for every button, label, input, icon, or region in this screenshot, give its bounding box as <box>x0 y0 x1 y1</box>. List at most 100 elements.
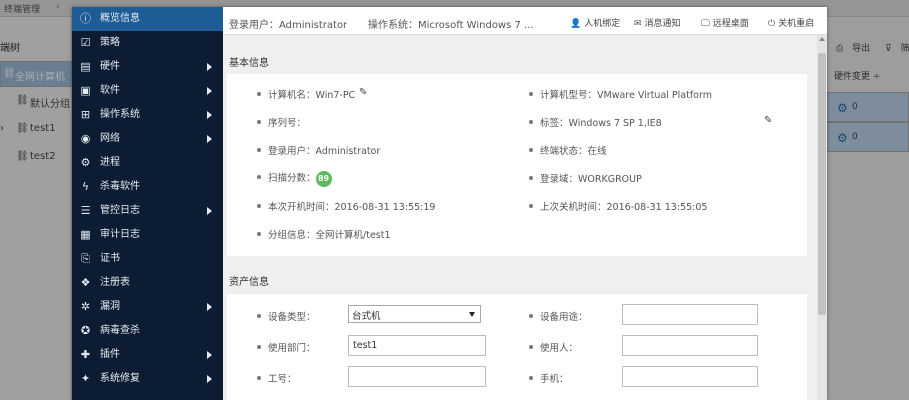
header-login-user: 登录用户：Administrator <box>229 20 348 31</box>
nav-item-os[interactable]: ⊞ 操作系统 <box>72 103 223 127</box>
device-type-select[interactable]: 台式机 <box>348 305 481 323</box>
bullet-icon <box>529 176 533 180</box>
group-value: 全网计算机/test1 <box>315 230 391 241</box>
group-label: 分组信息： <box>268 230 316 241</box>
edit-computer-name-icon[interactable]: ✎ <box>359 87 367 98</box>
edit-tag-icon[interactable]: ✎ <box>764 115 772 126</box>
nav-item-label: 操作系统 <box>100 109 140 120</box>
terminal-detail-modal: ⓘ 概览信息 ☑ 策略 ▤ 硬件 ▣ 软件 ⊞ 操作系统 ◉ 网络 ⚙ 进程 ϟ… <box>72 7 827 400</box>
login-domain-label: 登录域： <box>540 174 579 185</box>
nav-item-label: 网络 <box>100 133 120 144</box>
audit-log-icon: ▦ <box>80 228 91 241</box>
submenu-arrow-icon <box>207 87 212 95</box>
department-input[interactable] <box>348 335 486 356</box>
asset-info-title: 资产信息 <box>229 277 269 288</box>
nav-item-label: 注册表 <box>100 277 130 288</box>
message-button[interactable]: ✉ 消息通知 <box>634 16 681 29</box>
employee-no-label: 工号： <box>268 374 297 385</box>
nav-item-registry[interactable]: ❖ 注册表 <box>72 271 223 295</box>
group-field: 分组信息：全网计算机/test1 <box>257 227 391 241</box>
bullet-icon <box>257 345 261 349</box>
computer-model-label: 计算机型号： <box>540 90 598 101</box>
last-shutdown-field: 上次关机时间：2016-08-31 13:55:05 <box>529 199 707 213</box>
nav-item-policy[interactable]: ☑ 策略 <box>72 31 223 55</box>
virus-scan-icon: ✪ <box>80 324 91 337</box>
content-scrollbar[interactable] <box>817 35 827 400</box>
bullet-icon <box>257 175 261 179</box>
device-usage-label: 设备用途： <box>540 312 588 323</box>
submenu-arrow-icon <box>207 207 212 215</box>
terminal-status-label: 终端状态： <box>540 146 588 157</box>
bind-label: 人机绑定 <box>584 19 621 29</box>
boot-time-field: 本次开机时间：2016-08-31 13:55:19 <box>257 199 435 213</box>
repair-icon: ✦ <box>80 372 91 385</box>
antivirus-icon: ϟ <box>81 180 90 193</box>
detail-content: 登录用户：Administrator 操作系统：Microsoft Window… <box>223 7 827 400</box>
control-log-icon: ☰ <box>80 204 91 217</box>
detail-header: 登录用户：Administrator 操作系统：Microsoft Window… <box>223 7 827 35</box>
device-usage-input[interactable] <box>622 304 758 325</box>
phone-input[interactable] <box>622 366 758 387</box>
nav-item-control-log[interactable]: ☰ 管控日志 <box>72 199 223 223</box>
nav-item-audit-log[interactable]: ▦ 审计日志 <box>72 223 223 247</box>
nav-item-label: 证书 <box>100 253 120 264</box>
nav-item-label: 策略 <box>100 37 120 48</box>
nav-item-system-repair[interactable]: ✦ 系统修复 <box>72 367 223 391</box>
phone-field: 手机： <box>529 371 569 385</box>
employee-no-field: 工号： <box>257 371 297 385</box>
bullet-icon <box>529 345 533 349</box>
nav-item-hardware[interactable]: ▤ 硬件 <box>72 55 223 79</box>
nav-item-vulnerability[interactable]: ✲ 漏洞 <box>72 295 223 319</box>
device-type-label: 设备类型： <box>268 312 316 323</box>
nav-item-network[interactable]: ◉ 网络 <box>72 127 223 151</box>
phone-label: 手机： <box>540 374 569 385</box>
remote-desktop-button[interactable]: 🖵 远程桌面 <box>701 16 749 29</box>
nav-item-process[interactable]: ⚙ 进程 <box>72 151 223 175</box>
envelope-icon: ✉ <box>634 19 642 29</box>
scrollbar-thumb[interactable] <box>818 53 826 315</box>
process-icon: ⚙ <box>80 156 91 169</box>
message-label: 消息通知 <box>644 19 681 29</box>
basic-info-panel: 计算机名：Win7-PC ✎ 计算机型号：VMware Virtual Plat… <box>227 74 807 256</box>
device-type-field: 设备类型： <box>257 309 316 323</box>
monitor-icon: 🖵 <box>701 19 710 29</box>
user-input[interactable] <box>622 335 758 356</box>
nav-item-software[interactable]: ▣ 软件 <box>72 79 223 103</box>
nav-item-label: 软件 <box>100 85 120 96</box>
scroll-up-arrow-icon[interactable] <box>819 37 825 41</box>
nav-item-certificate[interactable]: ⎘ 证书 <box>72 247 223 271</box>
windows-icon: ⊞ <box>80 108 91 121</box>
submenu-arrow-icon <box>207 111 212 119</box>
network-icon: ◉ <box>80 132 91 145</box>
nav-item-antivirus[interactable]: ϟ 杀毒软件 <box>72 175 223 199</box>
serial-field: 序列号： <box>257 115 306 129</box>
device-usage-field: 设备用途： <box>529 309 588 323</box>
submenu-arrow-icon <box>207 303 212 311</box>
login-user-value: Administrator <box>315 146 381 157</box>
nav-item-overview[interactable]: ⓘ 概览信息 <box>72 7 223 31</box>
boot-time-label: 本次开机时间： <box>268 202 335 213</box>
department-label: 使用部门： <box>268 343 316 354</box>
computer-model-field: 计算机型号：VMware Virtual Platform <box>529 87 712 101</box>
power-icon: ⏻ <box>768 19 776 29</box>
scan-score-label: 扫描分数： <box>268 173 316 184</box>
nav-item-label: 漏洞 <box>100 301 120 312</box>
login-user-field: 登录用户：Administrator <box>257 143 380 157</box>
hardware-icon: ▤ <box>80 60 91 73</box>
nav-item-label: 管控日志 <box>100 205 140 216</box>
employee-no-input[interactable] <box>348 366 486 387</box>
shutdown-button[interactable]: ⏻ 关机重启 <box>768 16 814 29</box>
bullet-icon <box>257 92 261 96</box>
nav-item-virus-scan[interactable]: ✪ 病毒查杀 <box>72 319 223 343</box>
nav-item-label: 杀毒软件 <box>100 181 140 192</box>
policy-icon: ☑ <box>80 36 91 49</box>
scan-score-badge[interactable]: 89 <box>315 170 332 187</box>
department-field: 使用部门： <box>257 340 316 354</box>
bind-button[interactable]: 👤 人机绑定 <box>570 16 620 29</box>
bullet-icon <box>529 314 533 318</box>
computer-model-value: VMware Virtual Platform <box>597 90 712 101</box>
nav-item-plugin[interactable]: ✚ 插件 <box>72 343 223 367</box>
user-label: 使用人： <box>540 343 579 354</box>
submenu-arrow-icon <box>207 375 212 383</box>
bullet-icon <box>529 376 533 380</box>
